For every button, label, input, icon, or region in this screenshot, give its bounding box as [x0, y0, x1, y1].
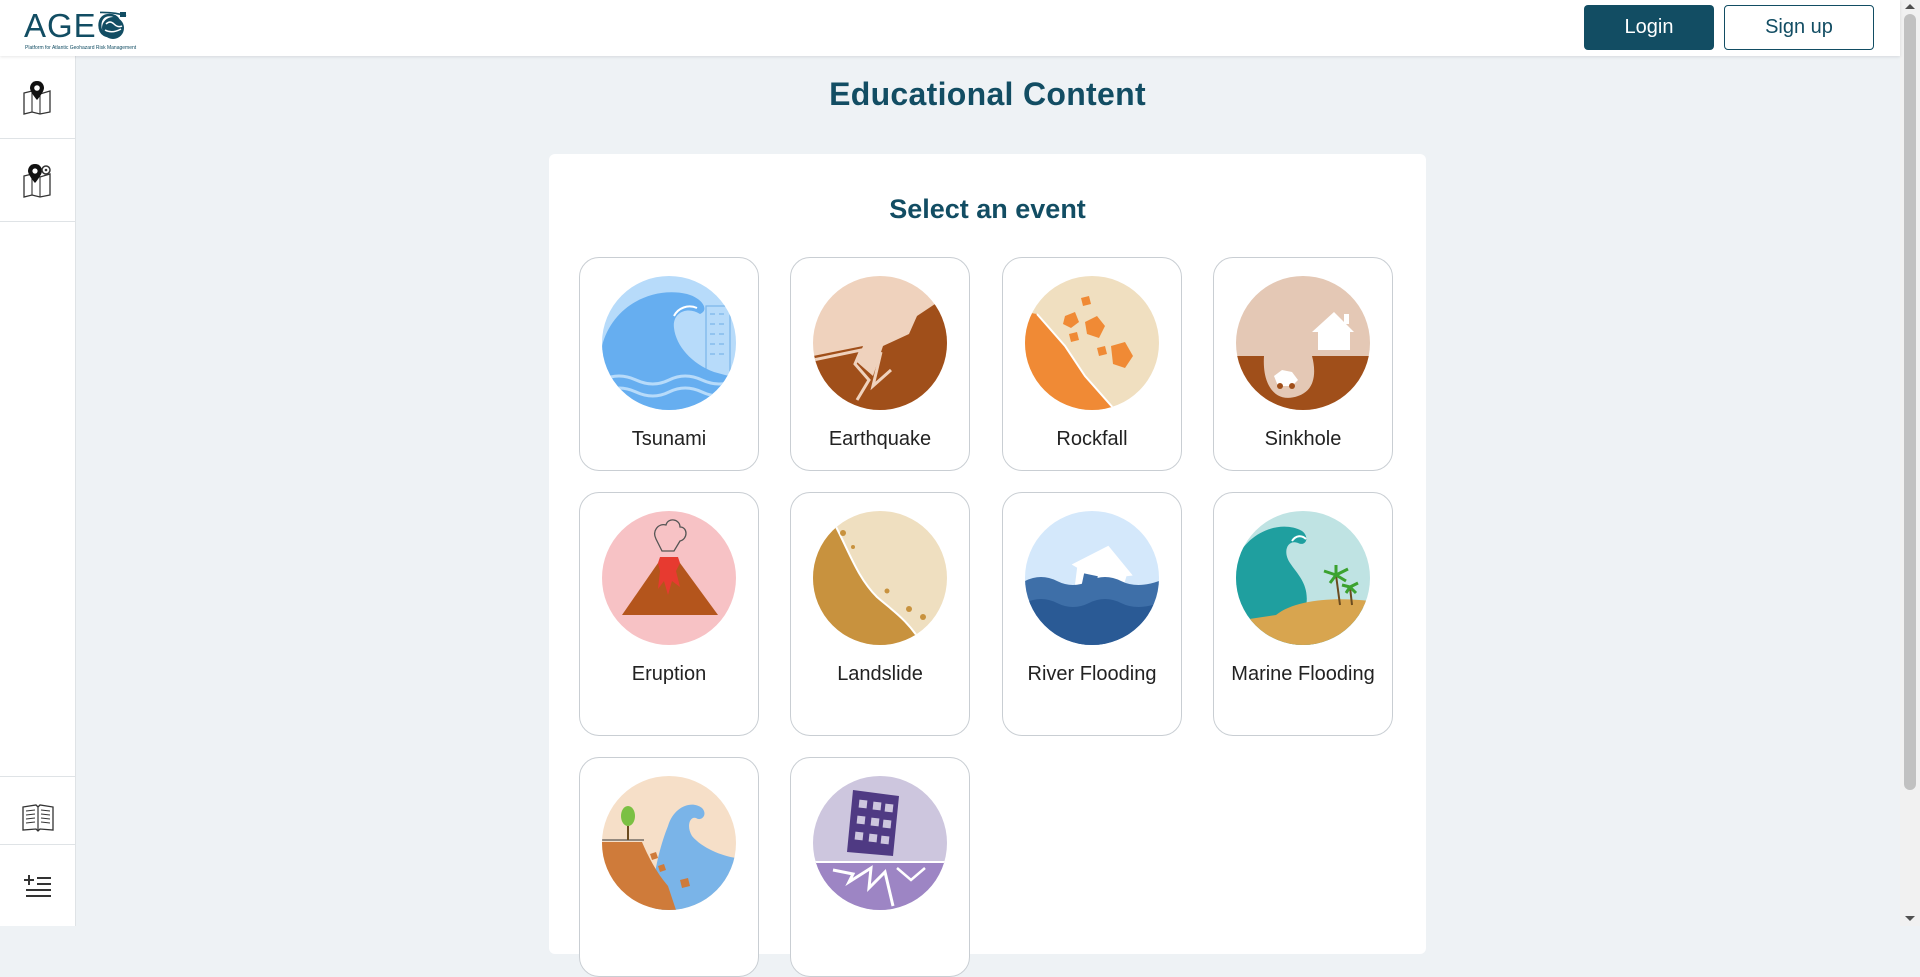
- book-icon: [21, 804, 54, 832]
- event-label: Marine Flooding: [1231, 663, 1375, 685]
- event-card-tsunami[interactable]: Tsunami: [579, 257, 759, 471]
- event-label: Eruption: [631, 663, 707, 685]
- signup-button[interactable]: Sign up: [1724, 5, 1874, 50]
- event-label: Rockfall: [1056, 428, 1128, 450]
- event-card-rockfall[interactable]: Rockfall: [1002, 257, 1182, 471]
- add-list-icon: [23, 875, 51, 897]
- coastal-erosion-icon: [602, 776, 736, 910]
- page-scrollbar[interactable]: [1900, 0, 1920, 926]
- river-flooding-icon: [1025, 511, 1159, 645]
- event-card-river-flooding[interactable]: River Flooding: [1002, 492, 1182, 736]
- landslide-icon: [813, 511, 947, 645]
- event-card-earthquake[interactable]: Earthquake: [790, 257, 970, 471]
- ageo-logo[interactable]: AGEO Platform for Atlantic Geohazard Ris…: [22, 4, 136, 52]
- logo-subtitle: Platform for Atlantic Geohazard Risk Man…: [25, 45, 137, 51]
- event-panel: Select an event Tsunami Earthquake Rockf…: [549, 154, 1426, 977]
- event-card-marine-flooding[interactable]: Marine Flooding: [1213, 492, 1393, 736]
- tsunami-icon: [602, 276, 736, 410]
- event-label: Earthquake: [828, 428, 932, 450]
- event-label: Sinkhole: [1264, 428, 1342, 450]
- event-card-sinkhole[interactable]: Sinkhole: [1213, 257, 1393, 471]
- scroll-down-arrow[interactable]: [1905, 916, 1915, 921]
- login-button[interactable]: Login: [1584, 5, 1714, 50]
- scroll-up-arrow[interactable]: [1905, 4, 1915, 9]
- page-title: Educational Content: [829, 76, 1146, 112]
- earthquake-icon: [813, 276, 947, 410]
- scrollbar-thumb[interactable]: [1904, 14, 1916, 790]
- top-bar: AGEO Platform for Atlantic Geohazard Ris…: [0, 0, 1900, 56]
- map-settings-icon: [22, 164, 51, 198]
- globe-icon: [100, 11, 127, 39]
- map-pin-icon: [22, 81, 51, 115]
- eruption-icon: [602, 511, 736, 645]
- event-card-coastal-erosion[interactable]: [579, 757, 759, 977]
- event-card-landslide[interactable]: Landslide: [790, 492, 970, 736]
- event-card-eruption[interactable]: Eruption: [579, 492, 759, 736]
- sidebar: [0, 56, 76, 926]
- event-label: River Flooding: [1027, 663, 1157, 685]
- sidebar-item-map[interactable]: [0, 56, 75, 139]
- panel-title: Select an event: [889, 194, 1086, 224]
- event-label: Landslide: [837, 663, 923, 685]
- sidebar-item-add-list[interactable]: [0, 844, 75, 927]
- sinkhole-icon: [1236, 276, 1370, 410]
- event-card-building-collapse[interactable]: [790, 757, 970, 977]
- sidebar-item-map-settings[interactable]: [0, 139, 75, 222]
- rockfall-icon: [1025, 276, 1159, 410]
- event-label: Tsunami: [631, 428, 707, 450]
- marine-flooding-icon: [1236, 511, 1370, 645]
- building-collapse-icon: [813, 776, 947, 910]
